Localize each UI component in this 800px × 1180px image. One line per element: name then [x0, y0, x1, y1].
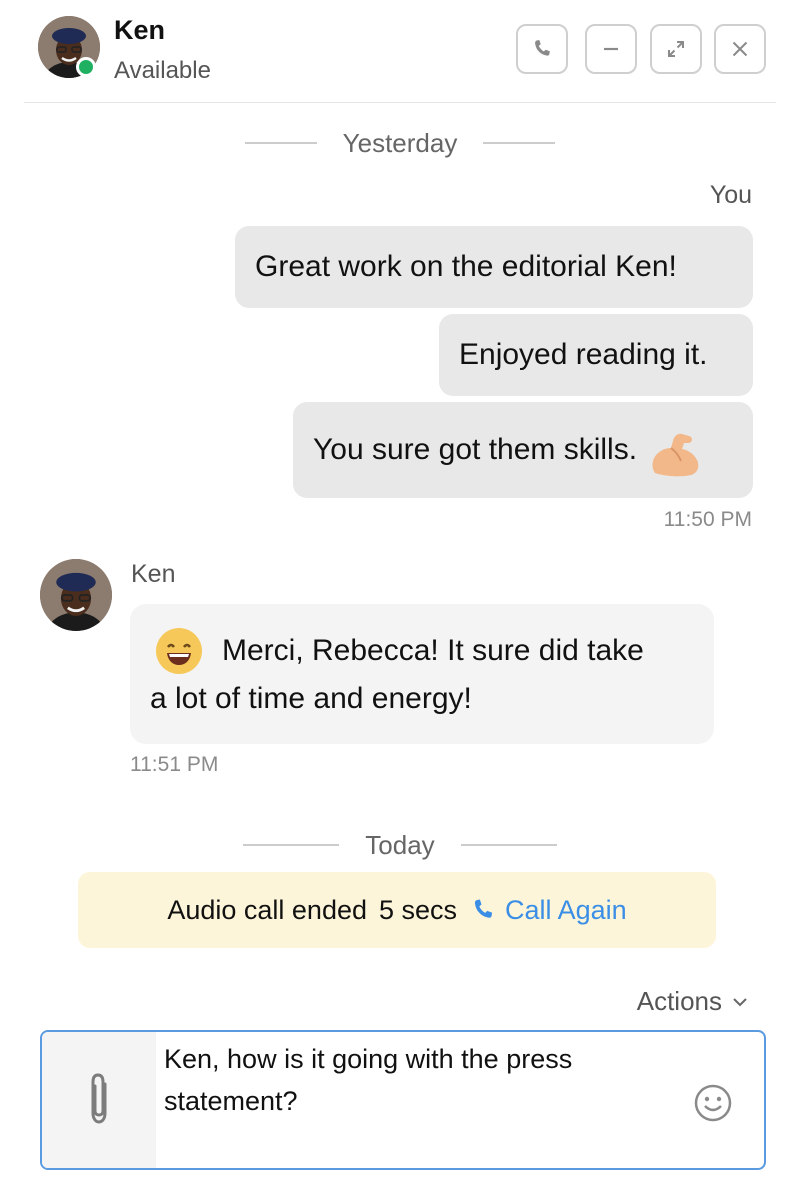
- call-status-text: Audio call ended: [167, 894, 367, 925]
- call-button[interactable]: [516, 24, 568, 74]
- expand-icon: [668, 41, 684, 57]
- date-label: Yesterday: [342, 127, 458, 158]
- call-event-banner: Audio call ended 5 secs Call Again: [78, 872, 716, 948]
- actions-label: Actions: [636, 986, 722, 1016]
- message-timestamp: 11:50 PM: [663, 508, 752, 531]
- grinning-face-icon: [156, 628, 202, 674]
- message-text: You sure got them skills.: [313, 433, 638, 466]
- call-again-link[interactable]: Call Again: [505, 895, 627, 926]
- message-bubble-outgoing[interactable]: Great work on the editorial Ken!: [235, 226, 753, 308]
- message-input-line: statement?: [164, 1086, 298, 1116]
- contact-name: Ken: [114, 15, 166, 45]
- message-timestamp: 11:51 PM: [130, 753, 219, 776]
- message-bubble-incoming[interactable]: Merci, Rebecca! It sure did take a lot o…: [130, 604, 714, 744]
- header-divider: [24, 102, 776, 103]
- date-separator-yesterday: Yesterday: [0, 124, 800, 162]
- actions-dropdown[interactable]: Actions: [637, 986, 750, 1017]
- message-text: Merci, Rebecca! It sure did take: [222, 634, 644, 667]
- minus-icon: [604, 47, 618, 51]
- emoji-picker-icon[interactable]: [692, 1082, 734, 1124]
- message-text: a lot of time and energy!: [150, 682, 472, 715]
- minimize-button[interactable]: [585, 24, 637, 74]
- date-label: Today: [365, 829, 435, 860]
- expand-button[interactable]: [650, 24, 702, 74]
- sender-label-ken: Ken: [131, 560, 176, 588]
- chevron-down-icon: [733, 997, 747, 1006]
- presence-indicator: [76, 57, 96, 77]
- separator-line: [460, 844, 557, 846]
- message-bubble-outgoing[interactable]: Enjoyed reading it.: [439, 314, 753, 396]
- sender-avatar[interactable]: [40, 559, 112, 631]
- contact-status: Available: [114, 57, 211, 84]
- message-bubble-outgoing[interactable]: You sure got them skills.: [293, 402, 753, 498]
- sender-label-you: You: [709, 181, 752, 209]
- message-input[interactable]: Ken, how is it going with the press stat…: [164, 1038, 684, 1122]
- flexed-biceps-icon: [652, 433, 699, 477]
- separator-line: [243, 844, 340, 846]
- close-icon: [732, 41, 748, 57]
- message-composer[interactable]: Ken, how is it going with the press stat…: [40, 1030, 766, 1170]
- attach-button[interactable]: [42, 1032, 156, 1168]
- phone-icon: [535, 40, 550, 56]
- call-duration: 5 secs: [379, 894, 458, 925]
- paperclip-icon: [91, 1073, 107, 1124]
- separator-line: [244, 142, 317, 144]
- message-text: Great work on the editorial Ken!: [255, 250, 677, 283]
- date-separator-today: Today: [0, 826, 800, 864]
- phone-icon: [474, 899, 493, 918]
- message-text: Enjoyed reading it.: [459, 338, 708, 371]
- message-input-line: Ken, how is it going with the press: [164, 1044, 573, 1074]
- separator-line: [483, 142, 556, 144]
- close-button[interactable]: [714, 24, 766, 74]
